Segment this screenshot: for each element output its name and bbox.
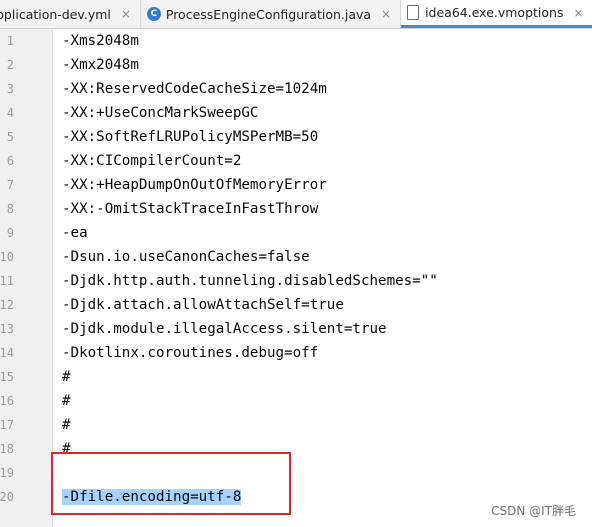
line-number: 18 xyxy=(0,442,14,456)
tab-application-dev-yml[interactable]: pplication-dev.yml × xyxy=(0,0,141,28)
text-file-icon xyxy=(407,5,420,20)
code-text: -Dkotlinx.coroutines.debug=off xyxy=(62,345,319,361)
code-line[interactable]: -Xmx2048m xyxy=(62,53,592,77)
code-text: -XX:+UseConcMarkSweepGC xyxy=(62,105,259,121)
line-number: 9 xyxy=(6,226,14,240)
code-text: -ea xyxy=(62,225,88,241)
code-line[interactable]: -XX:+HeapDumpOnOutOfMemoryError xyxy=(62,173,592,197)
code-line[interactable]: -Dkotlinx.coroutines.debug=off xyxy=(62,341,592,365)
line-number: 10 xyxy=(0,250,14,264)
java-class-icon: C xyxy=(146,7,161,21)
code-text: -Xms2048m xyxy=(62,33,139,49)
line-number: 4 xyxy=(6,106,14,120)
code-text: # xyxy=(62,417,71,433)
line-number: 16 xyxy=(0,394,14,408)
code-text: # xyxy=(62,369,71,385)
close-icon[interactable]: × xyxy=(120,7,132,21)
code-line[interactable]: -XX:-OmitStackTraceInFastThrow xyxy=(62,197,592,221)
code-line[interactable]: -Djdk.module.illegalAccess.silent=true xyxy=(62,317,592,341)
code-text: -XX:SoftRefLRUPolicyMSPerMB=50 xyxy=(62,129,319,145)
code-text: -XX:ReservedCodeCacheSize=1024m xyxy=(62,81,327,97)
code-line[interactable]: -Xms2048m xyxy=(62,29,592,53)
line-number: 13 xyxy=(0,322,14,336)
code-text: -Djdk.module.illegalAccess.silent=true xyxy=(62,321,387,337)
code-line[interactable]: -ea xyxy=(62,221,592,245)
code-text: -Dsun.io.useCanonCaches=false xyxy=(62,249,310,265)
code-line[interactable]: -XX:ReservedCodeCacheSize=1024m xyxy=(62,77,592,101)
line-number: 19 xyxy=(0,466,14,480)
selected-text: -Dfile.encoding=utf-8 xyxy=(62,489,242,505)
code-editor[interactable]: 1 2 3 4 5 6 7 8 9 10 11 12 13 14 15 16 17 18 19 20 -Xms2048… xyxy=(0,29,592,527)
code-text: # xyxy=(62,393,71,409)
code-line[interactable]: -XX:SoftRefLRUPolicyMSPerMB=50 xyxy=(62,125,592,149)
editor-gutter: 1 2 3 4 5 6 7 8 9 10 11 12 13 14 15 16 17 18 19 20 xyxy=(0,29,53,527)
tab-idea64-vmoptions[interactable]: idea64.exe.vmoptions × xyxy=(401,0,592,28)
editor-tab-bar: pplication-dev.yml × C ProcessEngineConf… xyxy=(0,0,592,29)
code-line[interactable]: # xyxy=(62,413,592,437)
close-icon[interactable]: × xyxy=(380,7,392,21)
line-number: 20 xyxy=(0,490,14,504)
code-text: -Djdk.attach.allowAttachSelf=true xyxy=(62,297,344,313)
line-number: 1 xyxy=(6,34,14,48)
line-number: 11 xyxy=(0,274,14,288)
line-number: 7 xyxy=(6,178,14,192)
code-line[interactable]: # xyxy=(62,389,592,413)
tab-label: ProcessEngineConfiguration.java xyxy=(165,6,372,22)
tab-label: pplication-dev.yml xyxy=(0,6,111,22)
code-area[interactable]: -Xms2048m -Xmx2048m -XX:ReservedCodeCacheS… xyxy=(62,29,592,509)
line-number: 6 xyxy=(6,154,14,168)
tab-label: idea64.exe.vmoptions xyxy=(425,5,564,20)
code-line[interactable]: -Djdk.http.auth.tunneling.disabledScheme… xyxy=(62,269,592,293)
code-text: -XX:+HeapDumpOnOutOfMemoryError xyxy=(62,177,327,193)
code-line[interactable] xyxy=(62,461,592,485)
code-text: -XX:CICompilerCount=2 xyxy=(62,153,242,169)
ide-window: pplication-dev.yml × C ProcessEngineConf… xyxy=(0,0,592,527)
line-number: 17 xyxy=(0,418,14,432)
close-icon[interactable]: × xyxy=(572,6,584,20)
code-text: # xyxy=(62,441,71,457)
line-number: 14 xyxy=(0,346,14,360)
tab-process-engine-configuration[interactable]: C ProcessEngineConfiguration.java × xyxy=(141,0,402,28)
code-line[interactable]: # xyxy=(62,365,592,389)
watermark: CSDN @IT胖毛 xyxy=(491,504,576,518)
code-line[interactable]: # xyxy=(62,437,592,461)
code-text: -Djdk.http.auth.tunneling.disabledScheme… xyxy=(62,273,438,289)
line-numbers: 1 2 3 4 5 6 7 8 9 10 11 12 13 14 15 16 17 18 19 20 xyxy=(0,29,14,509)
line-number: 8 xyxy=(6,202,14,216)
code-line[interactable]: -XX:CICompilerCount=2 xyxy=(62,149,592,173)
code-text: -Xmx2048m xyxy=(62,57,139,73)
code-line[interactable]: -Dsun.io.useCanonCaches=false xyxy=(62,245,592,269)
line-number: 5 xyxy=(6,130,14,144)
line-number: 3 xyxy=(6,82,14,96)
code-line[interactable]: -Djdk.attach.allowAttachSelf=true xyxy=(62,293,592,317)
line-number: 12 xyxy=(0,298,14,312)
line-number: 2 xyxy=(6,58,14,72)
line-number: 15 xyxy=(0,370,14,384)
code-line[interactable]: -XX:+UseConcMarkSweepGC xyxy=(62,101,592,125)
code-text: -XX:-OmitStackTraceInFastThrow xyxy=(62,201,319,217)
